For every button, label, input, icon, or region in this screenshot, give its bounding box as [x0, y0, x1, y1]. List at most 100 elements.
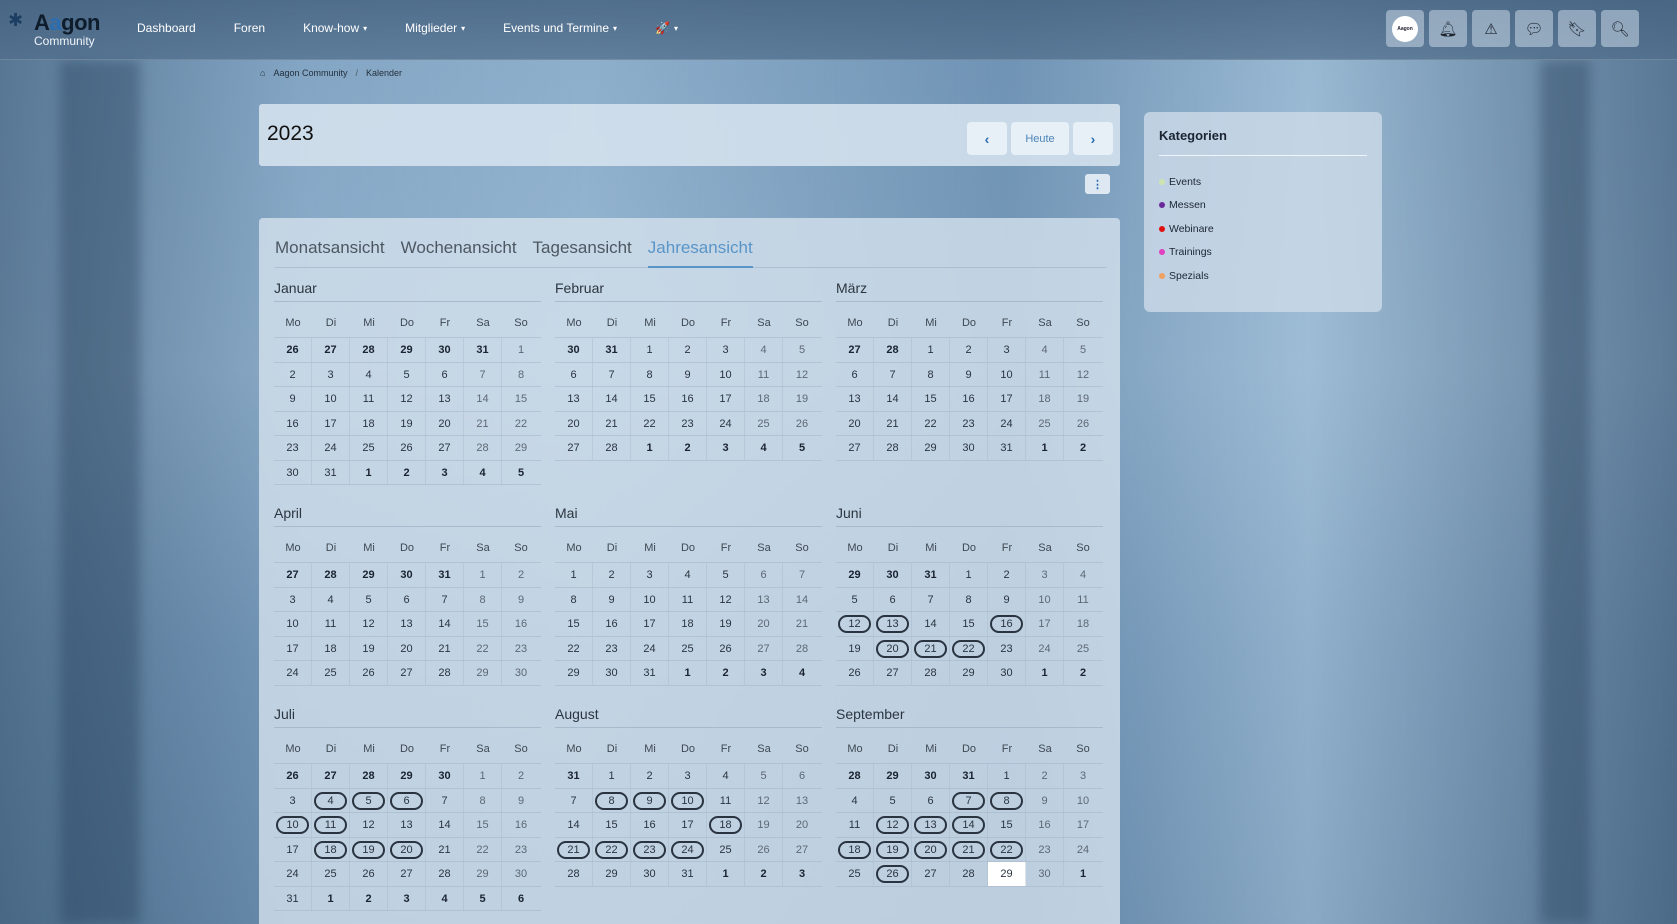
calendar-day[interactable]: 1: [669, 661, 707, 685]
calendar-day[interactable]: 29: [464, 862, 502, 886]
calendar-day[interactable]: 2: [950, 338, 988, 362]
calendar-day[interactable]: 1: [350, 460, 388, 485]
calendar-day[interactable]: 17: [274, 636, 312, 661]
calendar-day[interactable]: 11: [1064, 588, 1102, 612]
calendar-day[interactable]: 4: [745, 338, 783, 362]
calendar-day-with-event[interactable]: 9: [631, 788, 669, 813]
calendar-day[interactable]: 10: [631, 587, 669, 612]
calendar-day[interactable]: 6: [502, 887, 540, 911]
calendar-day[interactable]: 27: [874, 661, 912, 685]
calendar-day[interactable]: 13: [555, 387, 593, 411]
calendar-day[interactable]: 17: [669, 813, 707, 837]
calendar-day[interactable]: 11: [1026, 362, 1064, 387]
calendar-day[interactable]: 28: [783, 637, 821, 661]
calendar-day-with-event[interactable]: 8: [988, 788, 1026, 813]
calendar-day[interactable]: 31: [988, 436, 1026, 460]
calendar-day[interactable]: 10: [988, 362, 1026, 387]
calendar-day[interactable]: 3: [783, 862, 821, 886]
calendar-day[interactable]: 28: [350, 338, 388, 362]
calendar-day[interactable]: 5: [388, 362, 426, 387]
category-messen[interactable]: Messen: [1159, 194, 1214, 218]
calendar-day[interactable]: 7: [783, 563, 821, 587]
calendar-day[interactable]: 20: [783, 813, 821, 837]
calendar-day[interactable]: 14: [426, 612, 464, 636]
calendar-day[interactable]: 29: [350, 563, 388, 587]
calendar-day[interactable]: 5: [874, 788, 912, 813]
calendar-day[interactable]: 17: [312, 411, 350, 436]
calendar-day[interactable]: 27: [783, 838, 821, 862]
calendar-day[interactable]: 31: [464, 338, 502, 362]
calendar-day[interactable]: 22: [464, 636, 502, 661]
calendar-day-with-event[interactable]: 13: [874, 612, 912, 636]
calendar-day[interactable]: 21: [783, 612, 821, 636]
calendar-day[interactable]: 23: [274, 436, 312, 460]
calendar-day[interactable]: 16: [631, 813, 669, 837]
tab-jahresansicht[interactable]: Jahresansicht: [647, 238, 753, 268]
tab-tagesansicht[interactable]: Tagesansicht: [533, 238, 632, 268]
next-year-button[interactable]: ›: [1073, 122, 1113, 155]
calendar-day[interactable]: 7: [912, 587, 950, 612]
calendar-day[interactable]: 3: [631, 563, 669, 587]
calendar-day-with-event[interactable]: 7: [950, 788, 988, 813]
calendar-day[interactable]: 2: [745, 862, 783, 886]
calendar-day[interactable]: 12: [707, 587, 745, 612]
calendar-day[interactable]: 2: [669, 436, 707, 460]
calendar-day[interactable]: 24: [312, 436, 350, 460]
calendar-day[interactable]: 1: [1064, 862, 1102, 886]
calendar-day-with-event[interactable]: 11: [312, 813, 350, 837]
calendar-day[interactable]: 2: [1064, 661, 1102, 685]
calendar-day[interactable]: 24: [631, 636, 669, 661]
aagon-community-logo[interactable]: ✱ Aagon Community: [8, 8, 104, 48]
calendar-day[interactable]: 22: [631, 411, 669, 436]
nav-foren[interactable]: Foren: [234, 21, 265, 35]
calendar-day[interactable]: 23: [502, 838, 540, 862]
calendar-day[interactable]: 4: [312, 587, 350, 612]
calendar-day[interactable]: 9: [502, 789, 540, 813]
calendar-day[interactable]: 19: [836, 636, 874, 661]
calendar-day[interactable]: 4: [669, 563, 707, 587]
calendar-day[interactable]: 18: [1064, 612, 1102, 636]
calendar-day[interactable]: 27: [312, 338, 350, 362]
calendar-day[interactable]: 11: [707, 788, 745, 813]
calendar-day[interactable]: 10: [274, 612, 312, 636]
calendar-day[interactable]: 27: [836, 436, 874, 460]
calendar-day[interactable]: 2: [388, 460, 426, 485]
calendar-day[interactable]: 24: [274, 661, 312, 685]
calendar-day[interactable]: 31: [312, 460, 350, 485]
calendar-day[interactable]: 15: [631, 387, 669, 411]
calendar-day[interactable]: 7: [874, 362, 912, 387]
category-webinare[interactable]: Webinare: [1159, 217, 1214, 241]
calendar-day[interactable]: 31: [274, 886, 312, 911]
calendar-day[interactable]: 30: [1026, 862, 1064, 886]
calendar-day[interactable]: 29: [555, 661, 593, 685]
calendar-day[interactable]: 8: [912, 362, 950, 387]
calendar-day[interactable]: 4: [426, 886, 464, 911]
calendar-day[interactable]: 8: [950, 587, 988, 612]
calendar-day[interactable]: 26: [350, 862, 388, 886]
calendar-day[interactable]: 25: [1064, 637, 1102, 661]
calendar-day[interactable]: 14: [426, 813, 464, 837]
calendar-day[interactable]: 3: [988, 338, 1026, 362]
today-button[interactable]: Heute: [1011, 122, 1069, 155]
calendar-day[interactable]: 28: [426, 862, 464, 886]
calendar-day[interactable]: 31: [555, 764, 593, 788]
calendar-day[interactable]: 8: [464, 788, 502, 813]
calendar-day[interactable]: 23: [669, 411, 707, 436]
calendar-day[interactable]: 27: [312, 764, 350, 788]
calendar-day-with-event[interactable]: 12: [836, 612, 874, 636]
calendar-day[interactable]: 4: [1026, 338, 1064, 362]
calendar-day[interactable]: 18: [1026, 387, 1064, 411]
calendar-day[interactable]: 5: [464, 886, 502, 911]
calendar-day-with-event[interactable]: 21: [555, 837, 593, 862]
calendar-day[interactable]: 14: [555, 813, 593, 837]
calendar-day[interactable]: 13: [388, 612, 426, 636]
calendar-day[interactable]: 15: [464, 612, 502, 636]
calendar-day[interactable]: 6: [555, 362, 593, 387]
calendar-day[interactable]: 26: [388, 436, 426, 460]
calendar-day[interactable]: 7: [464, 362, 502, 387]
calendar-day[interactable]: 2: [274, 362, 312, 387]
calendar-day[interactable]: 4: [836, 788, 874, 813]
calendar-day[interactable]: 3: [669, 764, 707, 788]
calendar-day[interactable]: 11: [312, 612, 350, 636]
calendar-day-with-event[interactable]: 20: [874, 636, 912, 661]
